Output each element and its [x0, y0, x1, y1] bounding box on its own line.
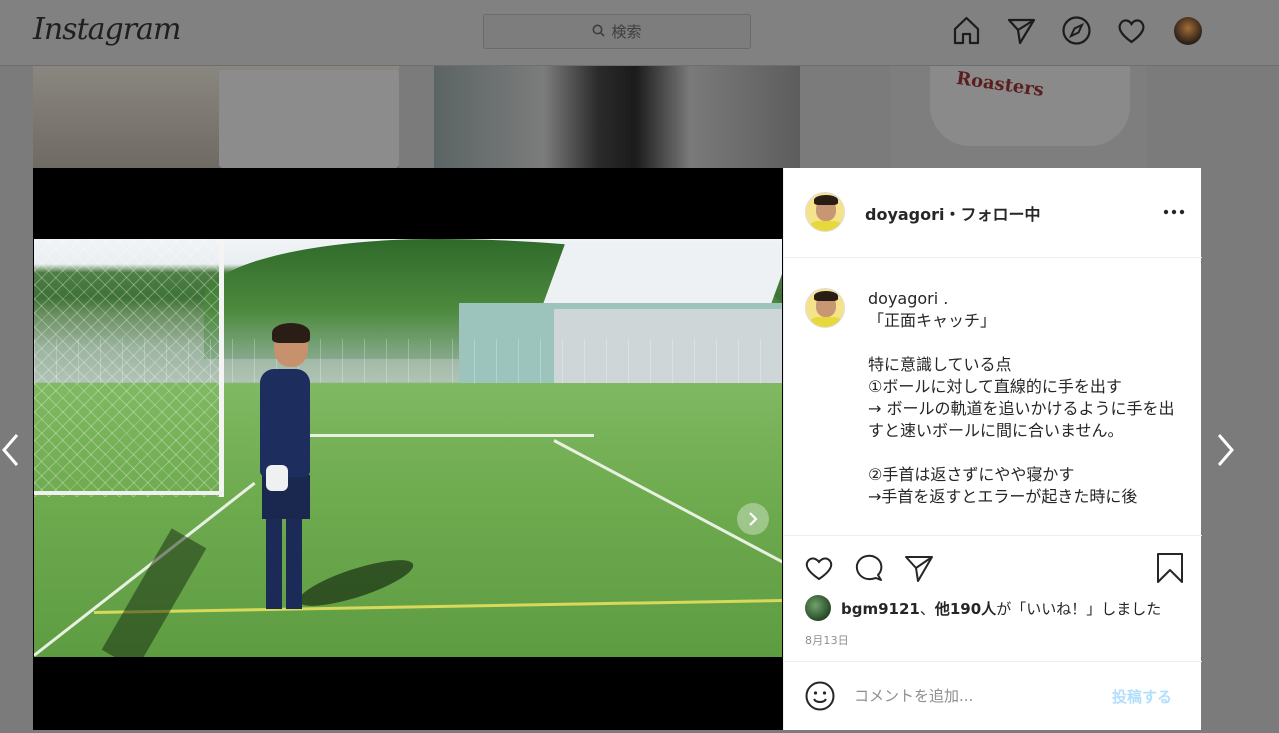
paper-plane-icon[interactable]: [1005, 14, 1038, 47]
heart-icon[interactable]: [1115, 14, 1148, 47]
goalkeeper-body: [260, 369, 310, 477]
save-button[interactable]: [1154, 552, 1186, 584]
home-icon[interactable]: [950, 14, 983, 47]
paper-plane-icon: [905, 556, 933, 582]
avatar-hair: [814, 291, 838, 301]
likes-separator: 、: [919, 599, 935, 618]
author-username[interactable]: doyagori: [865, 205, 945, 224]
avatar-shirt: [808, 221, 844, 231]
instagram-logo[interactable]: Instagram: [33, 12, 181, 47]
search-icon: [592, 23, 606, 41]
next-post-arrow[interactable]: [1216, 432, 1236, 468]
nav-icons: [950, 14, 1202, 47]
compass-icon[interactable]: [1060, 14, 1093, 47]
avatar-hair: [814, 195, 838, 205]
search-placeholder: 検索: [611, 23, 642, 41]
likes-others[interactable]: 他190人: [935, 600, 996, 618]
smiley-icon: [805, 681, 835, 711]
goal-bar: [34, 491, 224, 495]
comment-box: 投稿する: [784, 661, 1202, 730]
comment-input[interactable]: [854, 684, 1104, 708]
more-options-button[interactable]: [1161, 200, 1187, 224]
goalkeeper-leg: [286, 517, 302, 609]
video-player[interactable]: [34, 239, 782, 657]
top-navigation-bar: Instagram 検索: [0, 0, 1279, 66]
author-avatar[interactable]: [805, 192, 845, 232]
heart-outline-icon: [805, 557, 833, 581]
carousel-next-button[interactable]: [737, 503, 769, 535]
caption-body: . 「正面キャッチ」 特に意識している点 ①ボールに対して直線的に手を出す → …: [868, 289, 1175, 506]
search-box[interactable]: 検索: [483, 14, 751, 49]
goalkeeper: [246, 323, 326, 627]
field-line: [294, 434, 594, 437]
post-media: [33, 168, 783, 730]
bookmark-icon: [1157, 553, 1183, 583]
scene-roof: [542, 243, 782, 305]
caption-text: doyagori . 「正面キャッチ」 特に意識している点 ①ボールに対して直線…: [868, 288, 1178, 508]
goalkeeper-glove: [266, 465, 288, 491]
profile-avatar[interactable]: [1174, 16, 1202, 45]
goalkeeper-hair: [272, 323, 310, 343]
post-caption: doyagori . 「正面キャッチ」 特に意識している点 ①ボールに対して直線…: [784, 258, 1202, 535]
goalkeeper-leg: [266, 517, 282, 609]
liker-username[interactable]: bgm9121: [841, 600, 920, 618]
more-icon: [1163, 209, 1185, 215]
likes-summary: bgm9121、他190人が「いいね！」しました: [805, 595, 1161, 621]
post-comment-button[interactable]: 投稿する: [1112, 686, 1172, 707]
emoji-button[interactable]: [804, 680, 836, 712]
feed-tile-2[interactable]: [434, 66, 800, 168]
post-actions: bgm9121、他190人が「いいね！」しました 8月13日: [784, 535, 1202, 661]
liker-avatar[interactable]: [805, 595, 831, 621]
avatar-shirt: [808, 317, 844, 327]
post-header: doyagori・フォロー中: [784, 168, 1202, 258]
post-date[interactable]: 8月13日: [805, 632, 849, 648]
post-details-panel: doyagori・フォロー中 doyagori . 「正面キャッチ」 特に意識し…: [783, 168, 1202, 730]
speech-bubble-icon: [855, 554, 883, 581]
likes-suffix: が「いいね！」しました: [996, 599, 1162, 618]
comment-button[interactable]: [853, 552, 885, 584]
like-button[interactable]: [803, 552, 835, 584]
feed-tile-3[interactable]: Roasters: [890, 66, 1146, 168]
caption-avatar[interactable]: [805, 288, 845, 328]
goal-net: [34, 239, 224, 497]
follow-status[interactable]: ・フォロー中: [945, 205, 1041, 224]
feed-tile-1[interactable]: [33, 66, 399, 168]
share-button[interactable]: [903, 552, 935, 584]
author-line: doyagori・フォロー中: [865, 201, 1041, 225]
chevron-right-icon: [749, 512, 758, 526]
prev-post-arrow[interactable]: [0, 432, 20, 468]
caption-username[interactable]: doyagori: [868, 289, 938, 308]
likes-text: bgm9121、他190人が「いいね！」しました: [841, 598, 1161, 619]
